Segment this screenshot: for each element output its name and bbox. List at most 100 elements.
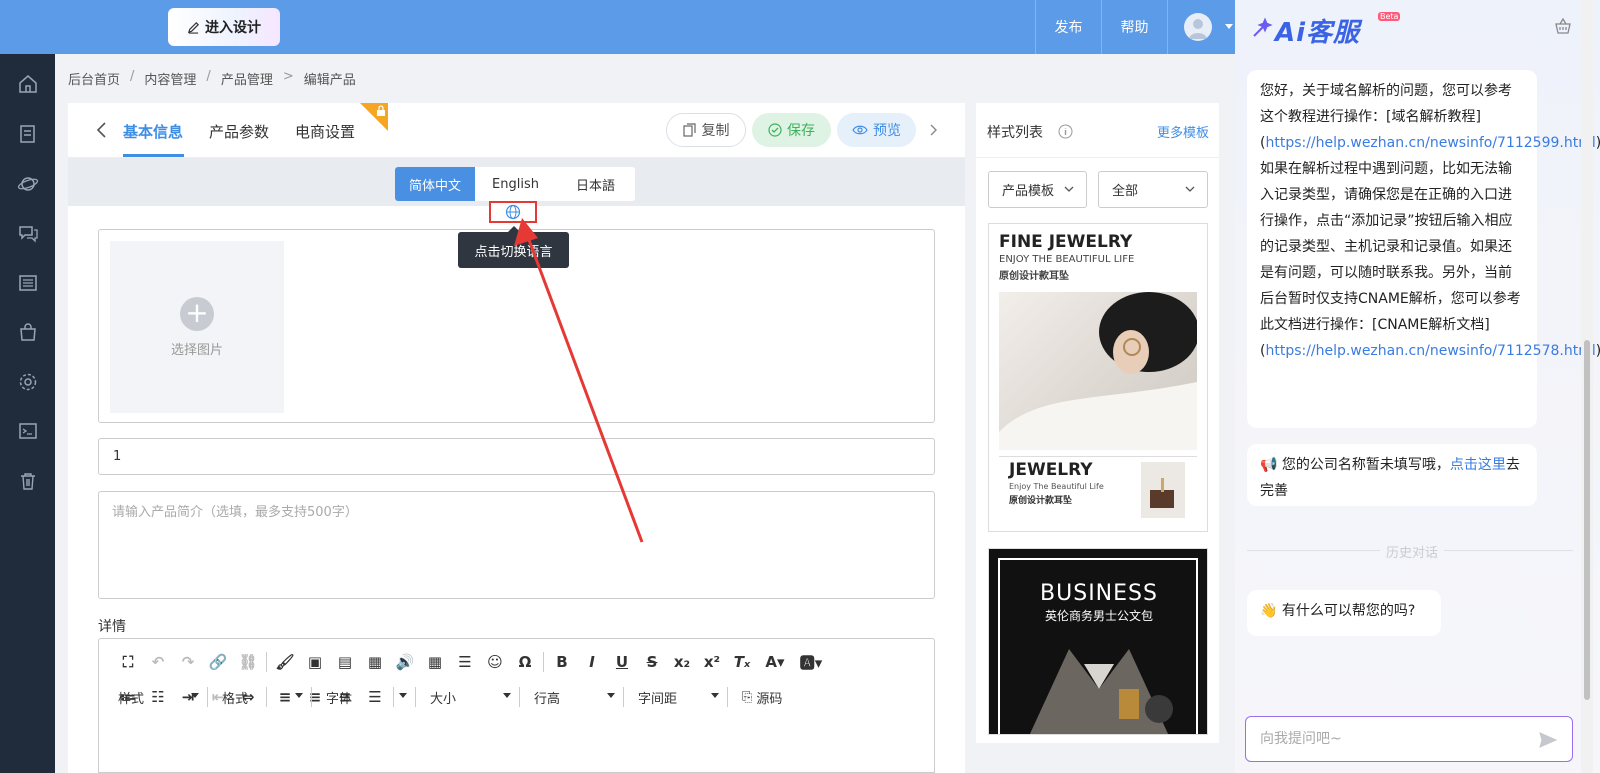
font-dropdown[interactable]: 字体: [320, 687, 416, 707]
chevron-down-icon: [1185, 186, 1195, 192]
tab-ecommerce-settings[interactable]: 电商设置: [295, 121, 355, 142]
undo-icon[interactable]: ↶: [143, 650, 173, 674]
letter-spacing-dropdown[interactable]: 字间距: [632, 687, 728, 707]
edit-product-panel: 基本信息 产品参数 电商设置 复制 保存 预览 简体中文 English 日本語…: [68, 103, 965, 773]
background-color-icon[interactable]: 🅰▾: [793, 650, 829, 674]
save-button[interactable]: 保存: [752, 113, 831, 147]
line-height-dropdown[interactable]: 行高: [528, 687, 624, 707]
gallery-icon[interactable]: ▤: [330, 650, 360, 674]
cname-doc-link[interactable]: https://help.wezhan.cn/newsinfo/7112578.…: [1265, 343, 1595, 359]
lang-zh-cn[interactable]: 简体中文: [395, 167, 476, 201]
scrollbar-thumb[interactable]: [1584, 340, 1590, 700]
format-painter-icon[interactable]: 🖌: [270, 650, 300, 674]
template-type-select[interactable]: 产品模板: [988, 171, 1087, 208]
copy-label: 复制: [701, 123, 730, 139]
fill-company-link[interactable]: 点击这里: [1450, 457, 1506, 473]
lang-japanese[interactable]: 日本語: [556, 167, 635, 201]
tpl-subtitle: ENJOY THE BEAUTIFUL LIFE: [999, 254, 1135, 265]
preview-button[interactable]: 预览: [837, 113, 916, 147]
wave-hand-icon: 👋: [1260, 603, 1278, 619]
emoji-icon[interactable]: ☺: [480, 650, 510, 674]
list-icon[interactable]: [17, 272, 39, 294]
tpl-caption: 原创设计款耳坠: [999, 271, 1069, 282]
tpl-bottom-subtitle: Enjoy The Beautiful Life: [1009, 482, 1104, 491]
clear-format-icon[interactable]: Tₓ: [727, 650, 757, 674]
tutorial-link[interactable]: https://help.wezhan.cn/newsinfo/7112599.…: [1265, 135, 1595, 151]
template-card-jewelry[interactable]: FINE JEWELRY ENJOY THE BEAUTIFUL LIFE 原创…: [988, 223, 1208, 532]
more-templates-link[interactable]: 更多模板: [1157, 122, 1209, 141]
redo-icon[interactable]: ↷: [173, 650, 203, 674]
product-title-input[interactable]: [98, 438, 935, 475]
info-icon[interactable]: [1058, 124, 1073, 139]
trash-icon[interactable]: [17, 470, 39, 492]
format-dropdown[interactable]: 格式: [216, 687, 312, 707]
jewelry-box-image: [1141, 462, 1185, 518]
fullscreen-icon[interactable]: ⛶: [113, 650, 143, 674]
template-category-select[interactable]: 全部: [1098, 171, 1208, 208]
audio-icon[interactable]: 🔊: [390, 650, 420, 674]
send-icon[interactable]: [1539, 732, 1557, 748]
tab-basic-info[interactable]: 基本信息: [123, 121, 183, 142]
content-icon[interactable]: [17, 123, 39, 145]
avatar[interactable]: [1184, 13, 1212, 41]
chat-scrollbar[interactable]: [1581, 0, 1593, 773]
font-color-icon[interactable]: A▾: [757, 650, 793, 674]
publish-button[interactable]: 发布: [1035, 0, 1101, 54]
enter-design-button[interactable]: 进入设计: [168, 8, 280, 46]
special-char-icon[interactable]: Ω: [510, 650, 540, 674]
strikethrough-icon[interactable]: S: [637, 650, 667, 674]
editor-toolbar-row-1: ⛶ ↶ ↷ 🔗 ⛓ 🖌 ▣ ▤ ▦ 🔊 ▦ ☰ ☺ Ω B I U S x₂ x…: [113, 650, 829, 674]
home-icon[interactable]: [17, 73, 39, 95]
megaphone-icon: 📢: [1260, 457, 1278, 473]
italic-icon[interactable]: I: [577, 650, 607, 674]
tpl-title: FINE JEWELRY: [999, 232, 1133, 252]
plus-icon: +: [180, 296, 214, 331]
gear-icon[interactable]: [17, 371, 39, 393]
beta-badge: Beta: [1378, 12, 1401, 21]
copy-button[interactable]: 复制: [666, 113, 746, 147]
tab-product-params[interactable]: 产品参数: [209, 121, 269, 142]
video-icon[interactable]: ▦: [360, 650, 390, 674]
terminal-icon[interactable]: [17, 420, 39, 442]
language-toggle[interactable]: [489, 201, 537, 223]
tab-bar: 基本信息 产品参数 电商设置 复制 保存 预览: [68, 103, 965, 158]
tpl-bottom-title: JEWELRY: [1009, 460, 1093, 480]
chat-message-greeting: 👋 有什么可以帮您的吗?: [1247, 590, 1441, 636]
bold-icon[interactable]: B: [547, 650, 577, 674]
source-code-button[interactable]: ⎘ 源码: [736, 687, 806, 707]
superscript-icon[interactable]: x²: [697, 650, 727, 674]
sidebar: [0, 54, 55, 773]
chat-message-bot: 您好，关于域名解析的问题，您可以参考这个教程进行操作：[域名解析教程](http…: [1247, 70, 1600, 428]
style-list-header: 样式列表 更多模板: [976, 103, 1219, 158]
chevron-down-icon[interactable]: [1225, 24, 1233, 30]
shop-bag-icon[interactable]: [17, 321, 39, 343]
back-icon[interactable]: [96, 122, 106, 138]
select-image-button[interactable]: + 选择图片: [110, 241, 284, 413]
lang-english[interactable]: English: [475, 167, 556, 201]
link-icon[interactable]: 🔗: [203, 650, 233, 674]
tooltip: 点击切换语言: [458, 226, 569, 268]
chevron-right-icon[interactable]: [930, 124, 938, 136]
planet-icon[interactable]: [17, 173, 39, 195]
select-image-label: 选择图片: [170, 342, 223, 358]
subscript-icon[interactable]: x₂: [667, 650, 697, 674]
template-card-business[interactable]: BUSINESS 英伦商务男士公文包: [988, 548, 1208, 735]
tpl-bottom-caption: 原创设计款耳坠: [1009, 496, 1073, 506]
breadcrumb-home[interactable]: 后台首页: [68, 69, 120, 88]
product-intro-textarea[interactable]: [98, 491, 935, 599]
breadcrumb-products[interactable]: 产品管理: [221, 69, 273, 88]
style-list-title: 样式列表: [987, 125, 1043, 141]
unlink-icon[interactable]: ⛓: [233, 650, 263, 674]
table-icon[interactable]: ▦: [420, 650, 450, 674]
breadcrumb: 后台首页 / 内容管理 / 产品管理 > 编辑产品: [68, 69, 356, 88]
underline-icon[interactable]: U: [607, 650, 637, 674]
chat-input[interactable]: [1245, 716, 1573, 762]
horizontal-line-icon[interactable]: ☰: [450, 650, 480, 674]
chat-icon[interactable]: [17, 222, 39, 244]
size-dropdown[interactable]: 大小: [424, 687, 520, 707]
breadcrumb-content[interactable]: 内容管理: [144, 69, 196, 88]
image-icon[interactable]: ▣: [300, 650, 330, 674]
help-button[interactable]: 帮助: [1101, 0, 1167, 54]
basket-icon[interactable]: [1554, 18, 1572, 34]
style-dropdown[interactable]: 样式: [112, 687, 208, 707]
